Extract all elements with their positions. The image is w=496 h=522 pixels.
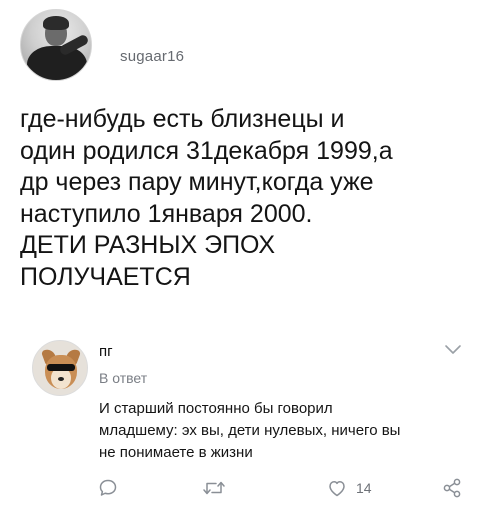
author-username[interactable]: sugaar16 <box>120 48 184 65</box>
retweet-icon <box>203 481 225 495</box>
post-text: где-нибудь есть близнецы и один родился … <box>20 105 393 291</box>
share-icon <box>443 478 461 498</box>
share-button[interactable] <box>441 470 463 506</box>
comment-author[interactable]: пг <box>99 343 113 360</box>
chevron-down-icon[interactable] <box>444 344 462 356</box>
comment-text: И старший постоянно бы говорил младшему:… <box>99 400 401 461</box>
comment-avatar[interactable] <box>32 340 88 396</box>
like-count: 14 <box>356 480 372 496</box>
reply-button[interactable] <box>97 470 119 506</box>
reply-label[interactable]: В ответ <box>99 370 147 386</box>
comment-icon <box>99 479 117 496</box>
post-header: sugaar16 <box>20 9 184 81</box>
retweet-button[interactable] <box>201 470 227 506</box>
like-button[interactable]: 14 <box>326 470 372 506</box>
comment-actions: 14 <box>0 470 496 506</box>
heart-icon <box>329 481 345 497</box>
author-avatar[interactable] <box>20 9 92 81</box>
